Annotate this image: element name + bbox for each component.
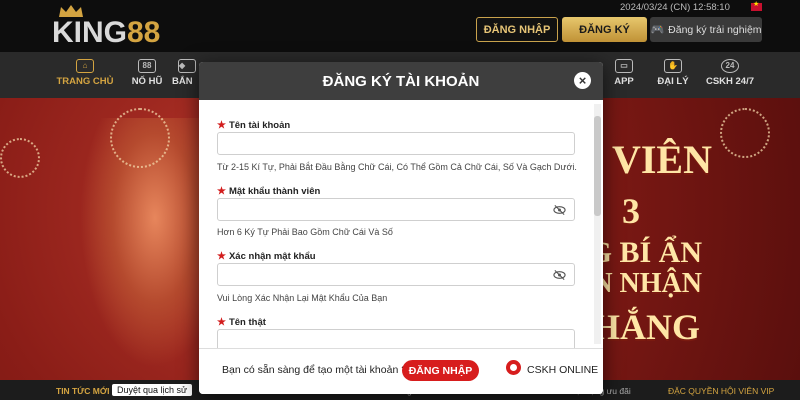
nav-label: ĐẠI LÝ — [657, 76, 689, 87]
footer-question: Bạn có sẵn sàng để tạo một tài khoản ? — [222, 364, 408, 376]
gamepad-icon: 🎮 — [650, 24, 665, 36]
required-star-icon: ★ — [217, 120, 226, 131]
required-star-icon: ★ — [217, 317, 226, 328]
eye-off-icon[interactable] — [553, 269, 566, 281]
logo-text: KING88 — [52, 16, 161, 49]
required-star-icon: ★ — [217, 186, 226, 197]
fish-icon: ◆ — [178, 59, 196, 73]
confirm-password-input[interactable] — [217, 263, 575, 286]
nav-label: CSKH 24/7 — [705, 76, 755, 87]
modal-title: ĐĂNG KÝ TÀI KHOẢN — [322, 72, 480, 90]
trial-register-button[interactable]: 🎮 Đăng ký trải nghiệm — [650, 17, 762, 42]
eye-off-icon[interactable] — [553, 204, 566, 216]
confirm-password-help: Vui Lòng Xác Nhận Lại Mật Khẩu Của Bạn — [217, 293, 388, 303]
nav-label: APP — [614, 76, 634, 87]
username-input[interactable] — [217, 132, 575, 155]
confirm-password-label: ★ Xác nhận mật khẩu — [217, 251, 316, 262]
modal-footer: Bạn có sẵn sàng để tạo một tài khoản ? Đ… — [199, 348, 603, 394]
password-help: Hơn 6 Ký Tự Phải Bao Gồm Chữ Cái Và Số — [217, 227, 393, 237]
home-icon: ⌂ — [76, 59, 94, 73]
support-icon: 24 — [721, 59, 739, 73]
logo[interactable]: KING88 — [44, 4, 169, 49]
banner-line: 3 — [622, 191, 640, 231]
firework-decoration — [110, 108, 170, 168]
real-name-input[interactable] — [217, 329, 575, 348]
firework-decoration — [0, 138, 40, 178]
slot-icon: 88 — [138, 59, 156, 73]
modal-header: ĐĂNG KÝ TÀI KHOẢN × — [199, 62, 603, 100]
ticker-item[interactable]: ĐẶC QUYỀN HỘI VIÊN VIP — [668, 386, 774, 396]
handshake-icon: ✋ — [664, 59, 682, 73]
close-icon[interactable]: × — [574, 72, 591, 89]
username-label: ★ Tên tài khoản — [217, 120, 291, 131]
nav-item-slots[interactable]: 88 NỔ HŨ — [117, 52, 177, 98]
nav-item-support[interactable]: 24 CSKH 24/7 — [700, 52, 760, 98]
username-help: Từ 2-15 Kí Tự, Phải Bắt Đầu Bằng Chữ Cái… — [217, 162, 577, 172]
history-tooltip: Duyệt qua lịch sử — [112, 384, 193, 396]
nav-label: BẮN — [172, 76, 193, 87]
password-label: ★ Mật khẩu thành viên — [217, 186, 321, 197]
nav-label: TRANG CHỦ — [56, 76, 114, 87]
vietnam-flag-icon[interactable] — [751, 0, 762, 11]
app-icon: ▭ — [615, 59, 633, 73]
nav-item-home[interactable]: ⌂ TRANG CHỦ — [55, 52, 115, 98]
scrollbar-thumb[interactable] — [594, 116, 601, 216]
login-button[interactable]: ĐĂNG NHẬP — [476, 17, 558, 42]
datetime: 2024/03/24 (CN) 12:58:10 — [620, 2, 730, 13]
real-name-label: ★ Tên thật — [217, 317, 266, 328]
register-button[interactable]: ĐĂNG KÝ — [562, 17, 647, 42]
headset-icon[interactable] — [506, 360, 521, 375]
required-star-icon: ★ — [217, 251, 226, 262]
footer-login-button[interactable]: ĐĂNG NHẬP — [402, 360, 479, 381]
nav-label: NỔ HŨ — [131, 76, 163, 87]
modal-body[interactable]: ★ Tên tài khoản Từ 2-15 Kí Tự, Phải Bắt Đ… — [199, 100, 603, 348]
ticker-label: TIN TỨC MỚI — [56, 386, 110, 396]
top-header: KING88 2024/03/24 (CN) 12:58:10 ĐĂNG NHẬ… — [0, 0, 800, 52]
register-modal: ĐĂNG KÝ TÀI KHOẢN × ★ Tên tài khoản Từ 2-… — [199, 62, 603, 394]
nav-item-agent[interactable]: ✋ ĐẠI LÝ — [643, 52, 703, 98]
trial-register-label: Đăng ký trải nghiệm — [668, 23, 762, 36]
nav-item-shoot[interactable]: ◆ BẮN — [172, 52, 202, 98]
firework-decoration — [720, 108, 770, 158]
password-input[interactable] — [217, 198, 575, 221]
cskh-online-link[interactable]: CSKH ONLINE — [527, 364, 598, 376]
